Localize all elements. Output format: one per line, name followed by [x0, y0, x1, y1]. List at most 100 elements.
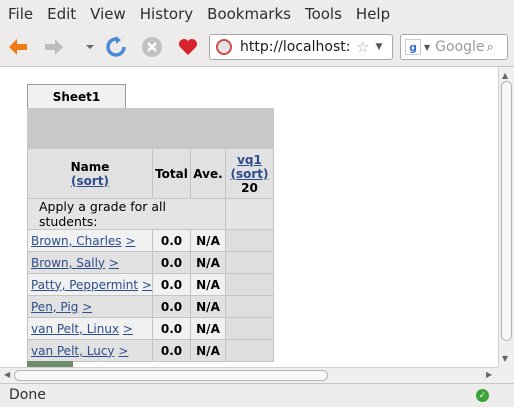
table-row: Patty, Peppermint > 0.0 N/A: [27, 273, 274, 296]
average-cell: N/A: [190, 251, 226, 274]
student-name-cell: Pen, Pig >: [27, 295, 153, 318]
vq1-score-cell[interactable]: [225, 229, 274, 252]
search-icon[interactable]: ⌕: [487, 40, 494, 55]
apply-grade-row: Apply a grade for all students:: [27, 198, 274, 230]
scroll-down-icon[interactable]: ▼: [502, 354, 508, 363]
vq1-score-cell[interactable]: [225, 339, 274, 362]
vq1-score-cell[interactable]: [225, 317, 274, 340]
reload-button[interactable]: [104, 35, 128, 59]
apply-grade-cell[interactable]: [225, 198, 274, 230]
menu-history[interactable]: History: [140, 5, 193, 23]
student-name-cell: Patty, Peppermint >: [27, 273, 153, 296]
chevron-down-icon: [86, 45, 94, 49]
student-name-cell: Brown, Sally >: [27, 251, 153, 274]
horizontal-scrollbar[interactable]: ◀ ▶: [0, 367, 498, 383]
student-detail-arrow[interactable]: >: [125, 234, 135, 248]
total-cell: 0.0: [152, 295, 191, 318]
table-row: van Pelt, Lucy > 0.0 N/A: [27, 339, 274, 362]
student-name-link[interactable]: van Pelt, Lucy: [31, 344, 115, 358]
search-input[interactable]: Google: [435, 39, 484, 55]
average-cell: N/A: [190, 273, 226, 296]
student-name-link[interactable]: Pen, Pig: [31, 300, 78, 314]
heart-icon: [179, 39, 197, 55]
apply-grade-label: Apply a grade for all students:: [27, 198, 226, 230]
name-header-label: Name: [70, 159, 110, 174]
reload-icon: [106, 36, 126, 57]
bookmark-heart-button[interactable]: [176, 35, 200, 59]
menu-tools[interactable]: Tools: [305, 5, 342, 23]
student-name-cell: van Pelt, Linux >: [27, 317, 153, 340]
student-name-cell: Brown, Charles >: [27, 229, 153, 252]
chevron-down-icon[interactable]: ▼: [424, 43, 430, 52]
total-cell: 0.0: [152, 251, 191, 274]
sort-by-name-link[interactable]: (sort): [71, 174, 109, 188]
column-header-total: Total: [152, 148, 191, 199]
site-favicon-icon: [216, 39, 232, 55]
total-cell: 0.0: [152, 229, 191, 252]
total-cell: 0.0: [152, 273, 191, 296]
gradebook-table: Name (sort) Total Ave. vq1 (sort) 20 App…: [27, 108, 274, 362]
vq1-score-cell[interactable]: [225, 273, 274, 296]
table-row: Pen, Pig > 0.0 N/A: [27, 295, 274, 318]
chevron-down-icon[interactable]: ▼: [375, 42, 382, 52]
vq1-points: 20: [241, 180, 258, 195]
table-column-header-row: Name (sort) Total Ave. vq1 (sort) 20: [27, 148, 274, 199]
vq1-score-cell[interactable]: [225, 295, 274, 318]
vertical-scroll-thumb[interactable]: [501, 81, 512, 341]
url-text[interactable]: http://localhost:: [240, 39, 352, 55]
average-cell: N/A: [190, 295, 226, 318]
back-button[interactable]: [6, 35, 30, 59]
history-dropdown-button[interactable]: [78, 35, 102, 59]
student-detail-arrow[interactable]: >: [109, 256, 119, 270]
menu-help[interactable]: Help: [356, 5, 390, 23]
vq1-link[interactable]: vq1: [237, 153, 262, 167]
navigation-toolbar: http://localhost: ☆ ▼ g ▼ Google ⌕: [0, 27, 514, 67]
stop-icon: [142, 37, 162, 57]
status-bar: Done ✓: [0, 383, 514, 407]
column-header-average: Ave.: [190, 148, 226, 199]
table-row: Brown, Sally > 0.0 N/A: [27, 251, 274, 274]
total-cell: 0.0: [152, 317, 191, 340]
stop-button[interactable]: [140, 35, 164, 59]
vq1-score-cell[interactable]: [225, 251, 274, 274]
average-cell: N/A: [190, 317, 226, 340]
forward-arrow-icon: [45, 39, 63, 55]
total-cell: 0.0: [152, 339, 191, 362]
table-row: Brown, Charles > 0.0 N/A: [27, 229, 274, 252]
search-bar[interactable]: g ▼ Google ⌕: [400, 34, 508, 60]
student-detail-arrow[interactable]: >: [123, 322, 133, 336]
average-cell: N/A: [190, 229, 226, 252]
student-name-link[interactable]: Brown, Charles: [31, 234, 122, 248]
bookmark-star-icon[interactable]: ☆: [356, 38, 369, 56]
horizontal-scroll-thumb[interactable]: [14, 370, 328, 381]
average-cell: N/A: [190, 339, 226, 362]
student-detail-arrow[interactable]: >: [142, 278, 152, 292]
menu-file[interactable]: File: [8, 5, 33, 23]
page-content: Sheet1 Name (sort) Total Ave. vq1 (sort)…: [0, 67, 498, 367]
status-text: Done: [9, 387, 46, 403]
table-header-blank-row: [27, 108, 274, 149]
menu-view[interactable]: View: [90, 5, 126, 23]
column-header-name: Name (sort): [27, 148, 153, 199]
back-arrow-icon: [9, 39, 27, 55]
student-detail-arrow[interactable]: >: [82, 300, 92, 314]
url-bar[interactable]: http://localhost: ☆ ▼: [209, 34, 393, 60]
student-detail-arrow[interactable]: >: [118, 344, 128, 358]
vertical-scrollbar[interactable]: ▲ ▼: [498, 67, 514, 367]
forward-button[interactable]: [42, 35, 66, 59]
student-name-link[interactable]: Patty, Peppermint: [31, 278, 138, 292]
menu-edit[interactable]: Edit: [47, 5, 76, 23]
sort-by-vq1-link[interactable]: (sort): [230, 167, 268, 181]
student-name-link[interactable]: van Pelt, Linux: [31, 322, 119, 336]
scrollbar-corner: [498, 367, 514, 383]
scroll-right-icon[interactable]: ▶: [486, 370, 492, 379]
tab-sheet1[interactable]: Sheet1: [27, 84, 126, 108]
google-engine-icon[interactable]: g: [405, 39, 421, 55]
check-icon: ✓: [476, 389, 489, 402]
table-row: van Pelt, Linux > 0.0 N/A: [27, 317, 274, 340]
student-name-link[interactable]: Brown, Sally: [31, 256, 105, 270]
menu-bookmarks[interactable]: Bookmarks: [207, 5, 291, 23]
scroll-up-icon[interactable]: ▲: [502, 71, 508, 80]
scroll-left-icon[interactable]: ◀: [4, 370, 10, 379]
column-header-vq1: vq1 (sort) 20: [225, 148, 274, 199]
